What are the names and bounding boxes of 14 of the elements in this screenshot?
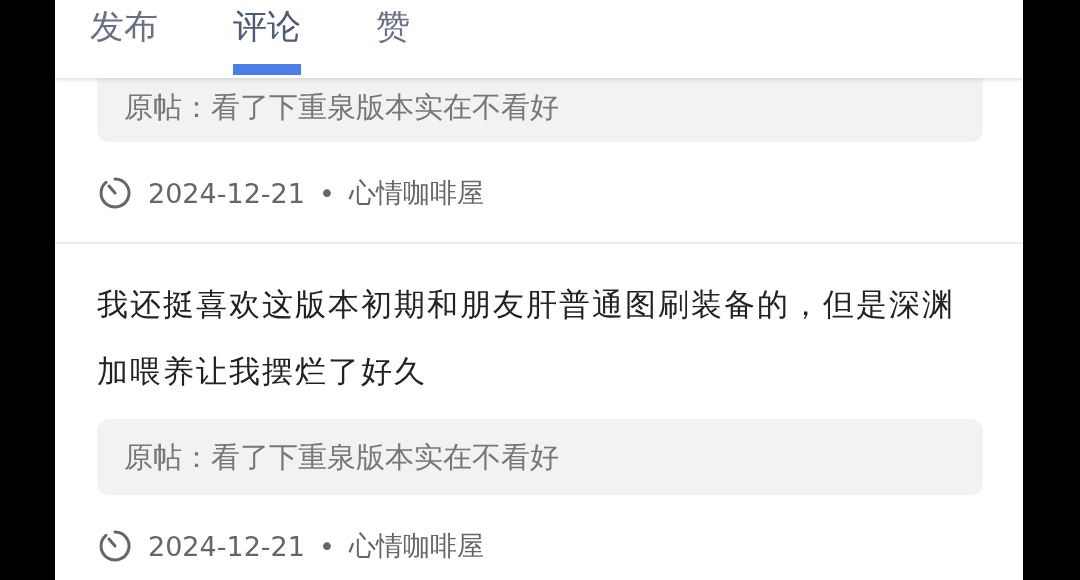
separator-dot: • bbox=[318, 530, 335, 562]
quoted-post[interactable]: 原帖：看了下重泉版本实在不看好 bbox=[97, 419, 983, 495]
clock-icon bbox=[97, 528, 133, 564]
clock-icon bbox=[97, 175, 133, 211]
quoted-post[interactable]: 原帖：看了下重泉版本实在不看好 bbox=[97, 78, 983, 142]
board-name[interactable]: 心情咖啡屋 bbox=[348, 528, 484, 564]
post-date: 2024-12-21 bbox=[148, 177, 305, 209]
tab[interactable]: 赞 bbox=[376, 0, 410, 78]
tab[interactable]: 发布 bbox=[90, 0, 158, 78]
separator-dot: • bbox=[318, 177, 335, 209]
tab[interactable]: 评论 bbox=[233, 0, 301, 78]
comment-text: 我还挺喜欢这版本初期和朋友肝普通图刷装备的，但是深渊加喂养让我摆烂了好久 bbox=[97, 285, 956, 391]
post-date: 2024-12-21 bbox=[148, 530, 305, 562]
board-name[interactable]: 心情咖啡屋 bbox=[348, 175, 484, 211]
